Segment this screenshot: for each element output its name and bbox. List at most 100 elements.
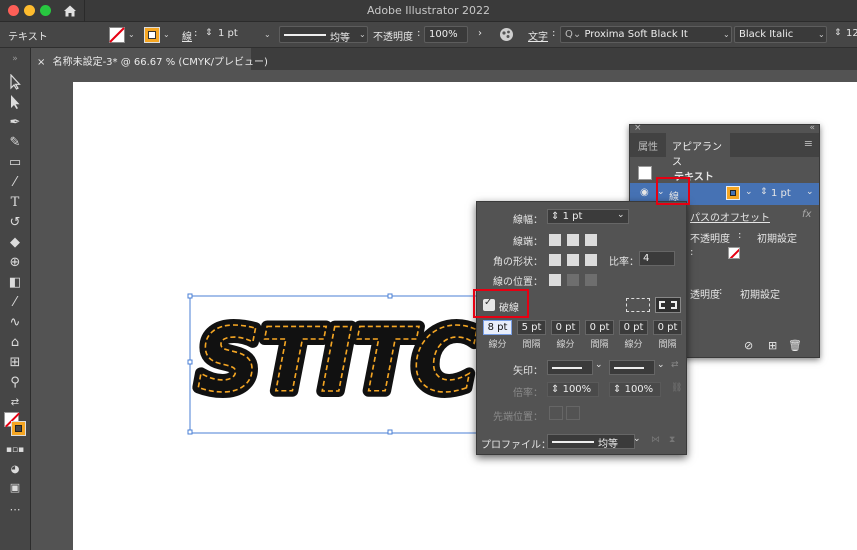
- collapse-panel-icon[interactable]: «: [809, 123, 815, 133]
- miter-limit-field[interactable]: 4: [639, 251, 675, 266]
- tab-appearance[interactable]: アピアランス: [666, 133, 730, 168]
- panel-menu-icon[interactable]: ≡: [804, 137, 813, 150]
- direct-selection-tool-icon[interactable]: [5, 94, 25, 112]
- bounding-handle-top-middle[interactable]: [387, 293, 393, 299]
- opacity2-row-label[interactable]: 透明度: [690, 286, 720, 301]
- rectangle-tool-icon[interactable]: ▭: [5, 154, 25, 172]
- opacity-arrow-right-icon[interactable]: ›: [478, 28, 482, 39]
- stroke-label[interactable]: 線: [182, 28, 192, 43]
- stitch-artwork-text[interactable]: STITC STITC: [185, 288, 485, 440]
- variable-width-profile-select[interactable]: 均等: [279, 26, 368, 44]
- stroke-swatch-icon[interactable]: [144, 27, 160, 43]
- start-arrowhead-select[interactable]: [547, 360, 593, 375]
- start-arrowhead-chevron-icon[interactable]: ⌄: [595, 360, 603, 370]
- align-center-button[interactable]: [549, 274, 561, 286]
- paintbrush-tool-icon[interactable]: ⁄: [5, 174, 25, 192]
- close-panel-icon[interactable]: ×: [634, 123, 642, 133]
- eyedropper-tool-icon[interactable]: ⁄: [5, 294, 25, 312]
- profile-chevron-down-icon[interactable]: ⌄: [359, 30, 366, 39]
- artboard-tool-icon[interactable]: ⊞: [5, 354, 25, 372]
- opacity-label[interactable]: 不透明度: [373, 28, 413, 43]
- stroke-weight-chevron-down-icon[interactable]: ⌄: [264, 30, 271, 39]
- eraser-tool-icon[interactable]: ◆: [5, 234, 25, 252]
- font-style-select[interactable]: Black Italic: [734, 26, 827, 43]
- visibility-eye-icon[interactable]: ◉: [640, 187, 649, 198]
- duplicate-item-icon[interactable]: ⊞: [768, 339, 777, 352]
- swap-fill-stroke-icon[interactable]: ⇄: [5, 394, 25, 412]
- zoom-tool-icon[interactable]: ⚲: [5, 374, 25, 392]
- start-scale-field[interactable]: ⇕ 100%: [547, 382, 599, 397]
- dash3-field[interactable]: 0 pt: [619, 320, 648, 335]
- butt-cap-button[interactable]: [549, 234, 561, 246]
- font-size-stepper-icon[interactable]: ⇕: [834, 28, 842, 38]
- fill-stroke-indicator[interactable]: [4, 412, 28, 438]
- bounding-handle-bottom-left[interactable]: [187, 429, 193, 435]
- document-tab[interactable]: × 名称未設定-3* @ 66.67 % (CMYK/プレビュー): [31, 48, 268, 70]
- color-mode-buttons-icon[interactable]: ▪▫▪: [5, 441, 25, 459]
- bounding-handle-top-left[interactable]: [187, 293, 193, 299]
- draw-mode-icon[interactable]: ◕: [5, 461, 25, 479]
- align-outside-button[interactable]: [585, 274, 597, 286]
- graph-tool-icon[interactable]: ⌂: [5, 334, 25, 352]
- tab-attributes[interactable]: 属性: [638, 138, 658, 153]
- offset-path-link[interactable]: パスのオフセット: [690, 209, 770, 224]
- profile-select[interactable]: 均等: [547, 434, 635, 450]
- profile-chevron-down-icon[interactable]: ⌄: [633, 434, 641, 444]
- stroke-weight-stepper-icon[interactable]: ⇕: [205, 28, 213, 38]
- type-tool-icon[interactable]: T: [5, 194, 25, 212]
- gap2-field[interactable]: 0 pt: [585, 320, 614, 335]
- bevel-join-button[interactable]: [585, 254, 597, 266]
- preserve-dash-button[interactable]: [626, 298, 650, 312]
- stroke-color-swatch[interactable]: [726, 186, 740, 200]
- dash2-field[interactable]: 0 pt: [551, 320, 580, 335]
- recolor-artwork-icon[interactable]: [499, 27, 514, 42]
- weight-stepper-icon[interactable]: ⇕: [551, 211, 559, 222]
- stroke-indicator-icon[interactable]: [11, 421, 26, 436]
- selection-tool-icon[interactable]: [5, 73, 25, 92]
- end-scale-field[interactable]: ⇕ 100%: [609, 382, 661, 397]
- swap-arrowheads-icon[interactable]: ⇄: [671, 360, 679, 370]
- screen-mode-icon[interactable]: ▣: [5, 479, 25, 497]
- clear-appearance-icon[interactable]: ⊘: [744, 339, 753, 352]
- gap1-field[interactable]: 5 pt: [517, 320, 546, 335]
- opacity-input[interactable]: 100%: [424, 26, 468, 43]
- miter-join-button[interactable]: [549, 254, 561, 266]
- round-cap-button[interactable]: [567, 234, 579, 246]
- bounding-handle-bottom-middle[interactable]: [387, 429, 393, 435]
- align-inside-button[interactable]: [567, 274, 579, 286]
- font-family-input[interactable]: Q⌄ Proxima Soft Black It: [560, 26, 732, 43]
- weight-chevron-down-icon[interactable]: ⌄: [617, 210, 625, 220]
- font-family-chevron-down-icon[interactable]: ⌄: [723, 30, 730, 39]
- flip-across-icon[interactable]: ⧗: [669, 435, 675, 445]
- stroke-chevron-down-icon[interactable]: ⌄: [163, 30, 170, 39]
- rotate-tool-icon[interactable]: ↺: [5, 214, 25, 232]
- round-join-button[interactable]: [567, 254, 579, 266]
- gradient-tool-icon[interactable]: ◧: [5, 274, 25, 292]
- stroke-weight-value[interactable]: 1 pt: [218, 28, 238, 39]
- curvature-tool-icon[interactable]: ✎: [5, 134, 25, 152]
- bounding-handle-middle-left[interactable]: [187, 359, 193, 365]
- pen-tool-icon[interactable]: ✒: [5, 114, 25, 132]
- align-dash-corners-button[interactable]: [655, 297, 681, 313]
- symbol-sprayer-tool-icon[interactable]: ∿: [5, 314, 25, 332]
- stroke-weight-chevron-icon[interactable]: ⌄: [806, 187, 814, 197]
- shape-builder-tool-icon[interactable]: ⊕: [5, 254, 25, 272]
- close-tab-icon[interactable]: ×: [37, 57, 45, 68]
- fill-none-swatch-icon[interactable]: [728, 247, 740, 259]
- collapse-toolbar-icon[interactable]: »: [5, 50, 25, 68]
- more-tools-icon[interactable]: ⋯: [5, 501, 25, 519]
- stroke-weight-stepper-icon[interactable]: ⇕: [760, 187, 768, 197]
- end-arrowhead-select[interactable]: [609, 360, 655, 375]
- character-label[interactable]: 文字: [528, 28, 548, 43]
- flip-along-icon[interactable]: ⋈: [651, 435, 660, 445]
- font-size-value[interactable]: 12: [846, 28, 857, 39]
- delete-item-icon[interactable]: 🗑: [788, 339, 802, 352]
- arrow-place-at-end-button[interactable]: [566, 406, 580, 420]
- fx-icon[interactable]: fx: [802, 209, 811, 220]
- end-arrowhead-chevron-icon[interactable]: ⌄: [657, 360, 665, 370]
- font-style-chevron-down-icon[interactable]: ⌄: [818, 30, 825, 39]
- link-scale-icon[interactable]: ⛓: [671, 383, 682, 393]
- gap3-field[interactable]: 0 pt: [653, 320, 682, 335]
- projecting-cap-button[interactable]: [585, 234, 597, 246]
- dash1-field[interactable]: 8 pt: [483, 320, 512, 335]
